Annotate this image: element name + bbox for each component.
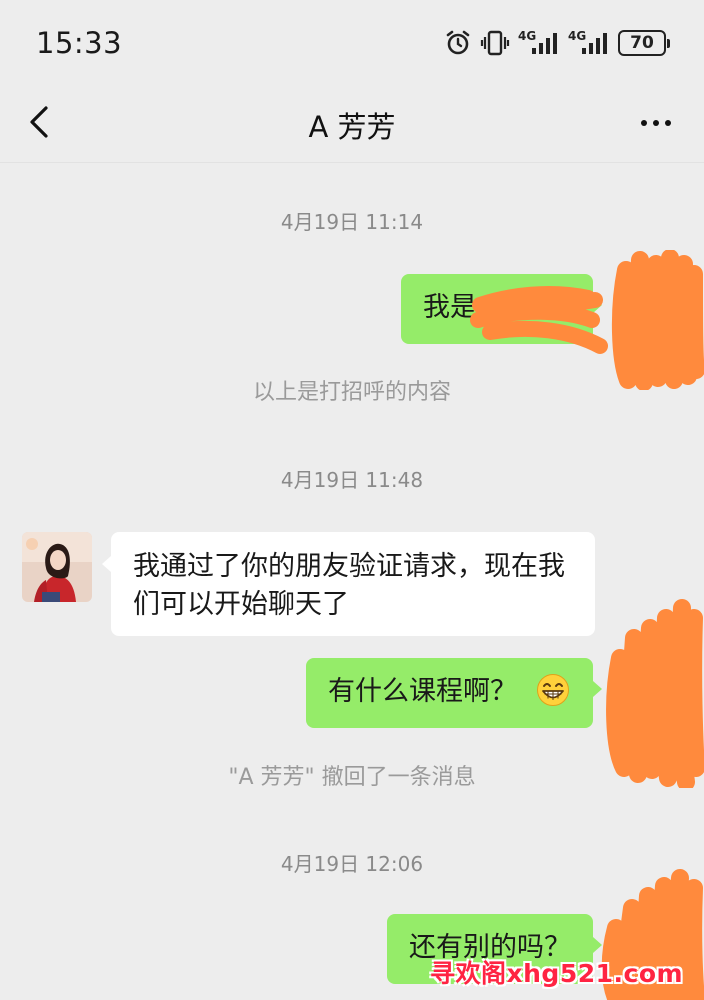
signal-icon: [582, 33, 607, 54]
message-text: 我通过了你的朋友验证请求，现在我们可以开始聊天了: [133, 551, 565, 620]
signal-1: 4G: [518, 29, 560, 57]
signal-icon: [532, 33, 557, 54]
grin-emoji-icon: [536, 674, 569, 706]
chat-title: A 芳芳: [308, 110, 396, 144]
message-text: 我是: [423, 292, 477, 323]
watermark: 寻欢阁xhg521.com: [430, 959, 684, 988]
battery-level: 70: [618, 30, 666, 56]
my-message-bubble[interactable]: 有什么课程啊？: [306, 658, 602, 728]
chat-header: A 芳芳: [0, 86, 704, 162]
my-message-bubble[interactable]: 我是: [401, 274, 602, 344]
timestamp: 4月19日 12:06: [280, 852, 424, 876]
battery-icon: 70: [618, 30, 670, 56]
status-bar: 15:33 4G 4G 70: [0, 0, 704, 86]
status-time: 15:33: [36, 26, 123, 60]
timestamp: 4月19日 11:14: [280, 210, 424, 234]
contact-avatar[interactable]: [22, 532, 92, 602]
more-dots-icon[interactable]: [638, 108, 674, 138]
system-notice: 以上是打招呼的内容: [252, 380, 451, 405]
redaction-avatar-right-1: [611, 250, 704, 390]
their-message-bubble[interactable]: 我通过了你的朋友验证请求，现在我们可以开始聊天了: [102, 532, 595, 636]
status-icons: 4G 4G 70: [444, 28, 670, 58]
vibrate-icon: [480, 30, 510, 56]
alarm-icon: [446, 30, 470, 55]
header-divider: [0, 162, 704, 163]
recall-notice: "A 芳芳" 撤回了一条消息: [228, 765, 476, 790]
timestamp: 4月19日 11:48: [280, 468, 424, 492]
signal-2: 4G: [568, 29, 610, 57]
message-text: 有什么课程啊？: [328, 676, 517, 707]
